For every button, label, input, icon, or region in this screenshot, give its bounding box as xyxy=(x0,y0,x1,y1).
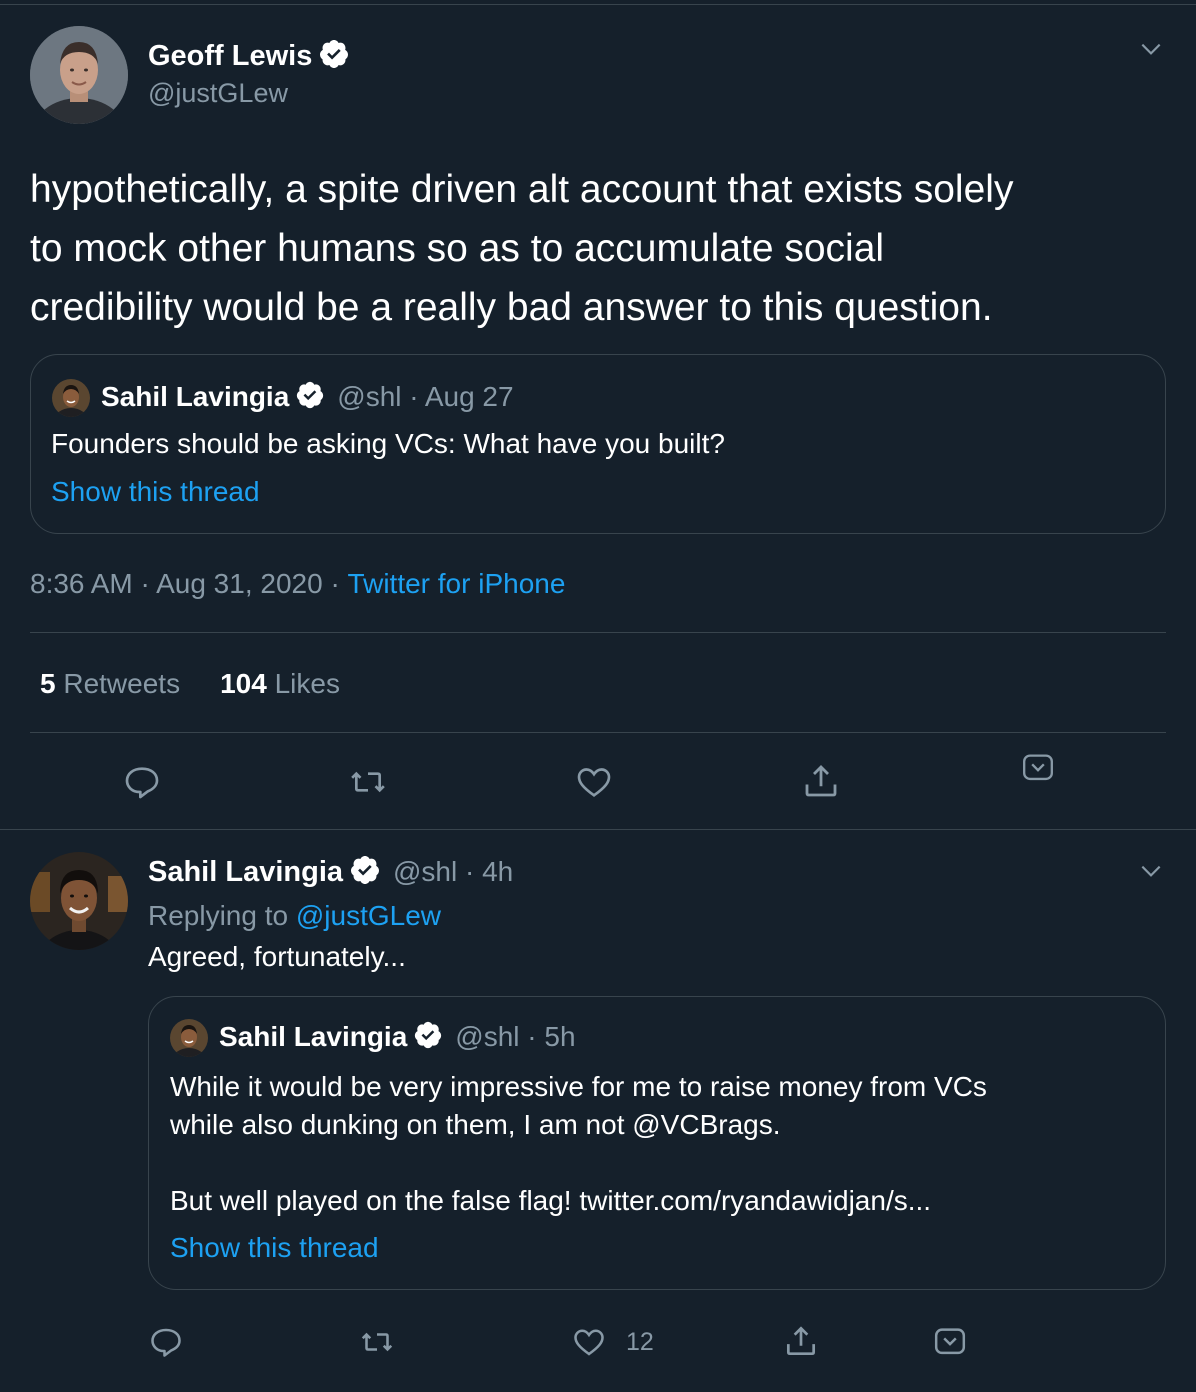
retweet-icon[interactable] xyxy=(358,1324,396,1360)
quoted-text-line: while also dunking on them, I am not @VC… xyxy=(170,1109,781,1140)
likes-stat[interactable]: 104 Likes xyxy=(220,668,340,700)
quoted-header: Sahil Lavingia @shl · Aug 27 xyxy=(101,380,514,414)
reply-icon[interactable] xyxy=(148,1324,184,1360)
main-author-row: Geoff Lewis xyxy=(148,38,350,74)
retweets-count: 5 xyxy=(40,668,56,699)
replying-to: Replying to @justGLew xyxy=(148,898,441,934)
retweets-stat[interactable]: 5 Retweets xyxy=(40,668,180,700)
like-icon[interactable] xyxy=(570,1324,608,1360)
chevron-down-icon[interactable] xyxy=(1138,858,1164,884)
verified-badge-icon xyxy=(349,854,381,891)
tweet-text-line: hypothetically, a spite driven alt accou… xyxy=(30,168,1014,211)
show-thread-link[interactable]: Show this thread xyxy=(51,476,260,508)
divider xyxy=(30,632,1166,633)
quoted-text-line: But well played on the false flag! twitt… xyxy=(170,1185,932,1216)
like-count: 12 xyxy=(626,1327,654,1356)
quoted-meta: @shl · 5h xyxy=(455,1021,576,1052)
show-thread-link[interactable]: Show this thread xyxy=(170,1232,379,1264)
quoted-text: While it would be very impressive for me… xyxy=(170,1068,987,1220)
reply-icon[interactable] xyxy=(122,762,162,802)
quoted-header: Sahil Lavingia @shl · 5h xyxy=(219,1020,576,1054)
retweet-icon[interactable] xyxy=(347,762,389,802)
tweet-text-line: credibility would be a really bad answer… xyxy=(30,286,993,329)
likes-count: 104 xyxy=(220,668,267,699)
tweet-text-line: to mock other humans so as to accumulate… xyxy=(30,227,885,270)
verified-badge-icon xyxy=(295,380,325,415)
retweets-label: Retweets xyxy=(63,668,181,699)
reply-text: Agreed, fortunately... xyxy=(148,941,406,972)
main-author-handle[interactable]: @justGLew xyxy=(148,78,288,109)
replying-to-handle[interactable]: @justGLew xyxy=(296,900,441,932)
timestamp-row: 8:36 AM · Aug 31, 2020 · Twitter for iPh… xyxy=(30,566,565,602)
replying-to-label: Replying to xyxy=(148,900,296,931)
like-action[interactable]: 12 xyxy=(570,1324,654,1360)
sahil-quote-avatar[interactable] xyxy=(52,379,90,417)
quoted-author-name[interactable]: Sahil Lavingia xyxy=(101,381,289,413)
reply-meta[interactable]: @shl · 4h xyxy=(393,856,513,888)
likes-label: Likes xyxy=(274,668,340,699)
quoted-text-line: While it would be very impressive for me… xyxy=(170,1071,987,1102)
chevron-down-icon[interactable] xyxy=(1138,36,1164,62)
quoted-text: Founders should be asking VCs: What have… xyxy=(51,428,725,459)
share-icon[interactable] xyxy=(782,1322,820,1360)
share-icon[interactable] xyxy=(800,760,842,802)
sahil-avatar[interactable] xyxy=(30,852,128,950)
like-icon[interactable] xyxy=(573,762,615,802)
verified-badge-icon xyxy=(413,1020,443,1055)
sahil-quote-avatar[interactable] xyxy=(170,1019,208,1057)
quoted-author-name[interactable]: Sahil Lavingia xyxy=(219,1021,407,1053)
tweet-timestamp[interactable]: 8:36 AM · Aug 31, 2020 · xyxy=(30,568,348,600)
verified-badge-icon xyxy=(318,38,350,75)
tweet-source-link[interactable]: Twitter for iPhone xyxy=(348,568,566,600)
main-tweet-text: hypothetically, a spite driven alt accou… xyxy=(30,160,1180,337)
geoff-avatar[interactable] xyxy=(30,26,128,124)
tweet-stats: 5 Retweets 104 Likes xyxy=(40,666,340,702)
bookmark-icon[interactable] xyxy=(932,1326,968,1358)
main-author-name[interactable]: Geoff Lewis xyxy=(148,40,312,73)
top-divider xyxy=(0,4,1196,5)
divider xyxy=(30,732,1166,733)
bookmark-icon[interactable] xyxy=(1020,752,1056,784)
section-divider xyxy=(0,829,1196,830)
reply-author-row: Sahil Lavingia @shl · 4h xyxy=(148,854,513,890)
reply-author-name[interactable]: Sahil Lavingia xyxy=(148,856,343,889)
quoted-meta: @shl · Aug 27 xyxy=(337,381,514,412)
